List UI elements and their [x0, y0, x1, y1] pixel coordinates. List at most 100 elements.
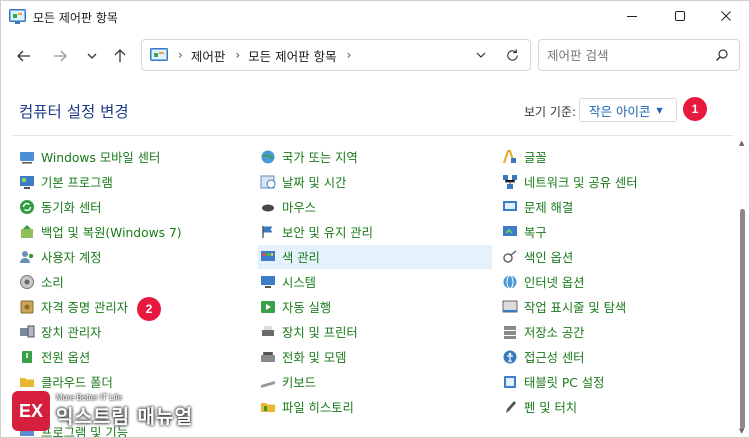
item-sync-center[interactable]: 동기화 센터 [19, 195, 101, 219]
breadcrumb-separator-icon[interactable]: › [178, 48, 183, 62]
fonts-icon [503, 150, 516, 164]
back-button[interactable] [11, 43, 37, 69]
breadcrumb-separator-icon[interactable]: › [347, 48, 352, 62]
autoplay-icon [261, 301, 275, 313]
watermark-tagline: More Better IT Life [56, 393, 123, 402]
item-region[interactable]: 국가 또는 지역 [260, 145, 358, 169]
chevron-down-icon [87, 53, 97, 59]
recovery-icon [503, 226, 517, 236]
search-box[interactable] [538, 39, 740, 71]
item-power-options[interactable]: 전원 옵션 [19, 345, 90, 369]
view-by-value: 작은 아이콘 [589, 103, 651, 119]
item-fonts[interactable]: 글꼴 [502, 145, 547, 169]
internet-icon [503, 275, 517, 289]
breadcrumb-all-items[interactable]: 모든 제어판 항목 [248, 46, 336, 65]
accessibility-icon [503, 350, 517, 364]
credential-vault-icon [20, 300, 34, 314]
close-button[interactable] [703, 1, 749, 31]
item-security-maintenance[interactable]: 보안 및 유지 관리 [260, 220, 373, 244]
item-credential-manager[interactable]: 자격 증명 관리자 [19, 295, 128, 319]
item-indexing-options[interactable]: 색인 옵션 [502, 245, 573, 269]
control-panel-window: 모든 제어판 항목 › 제어판 › 모든 제어판 항목 › 제어판 검색 컴퓨터… [0, 0, 750, 438]
scroll-up-icon[interactable]: ▲ [739, 139, 744, 147]
chevron-down-icon [476, 52, 486, 58]
item-network-sharing[interactable]: 네트워크 및 공유 센터 [502, 170, 638, 194]
keyboard-icon [261, 381, 275, 388]
item-storage-spaces[interactable]: 저장소 공간 [502, 320, 584, 344]
item-device-manager[interactable]: 장치 관리자 [19, 320, 101, 344]
item-color-management[interactable]: 색 관리 [258, 245, 492, 269]
arrow-right-icon [54, 50, 67, 62]
refresh-icon [506, 48, 518, 61]
close-icon [721, 11, 731, 21]
item-tablet-pc-settings[interactable]: 태블릿 PC 설정 [502, 370, 604, 394]
item-autoplay[interactable]: 자동 실행 [260, 295, 331, 319]
item-pen-touch[interactable]: 펜 및 터치 [502, 395, 577, 419]
address-dropdown-button[interactable] [471, 45, 491, 65]
file-history-icon [261, 403, 275, 412]
item-mouse[interactable]: 마우스 [260, 195, 316, 219]
color-management-icon [261, 251, 275, 261]
watermark-name: 익스트림 매뉴얼 [56, 406, 193, 428]
backup-icon [21, 225, 33, 238]
troubleshoot-icon [503, 201, 517, 211]
search-icon[interactable] [715, 48, 729, 62]
item-system[interactable]: 시스템 [260, 270, 316, 294]
view-by-label: 보기 기준: [524, 105, 577, 119]
window-title: 모든 제어판 항목 [33, 11, 118, 25]
default-programs-icon [20, 176, 34, 189]
control-panel-icon [150, 47, 168, 61]
forward-button[interactable] [47, 43, 73, 69]
vertical-scrollbar[interactable]: ▲ ▼ [738, 139, 748, 437]
item-default-programs[interactable]: 기본 프로그램 [19, 170, 113, 194]
control-panel-app-icon [9, 9, 26, 24]
item-sound[interactable]: 소리 [19, 270, 64, 294]
globe-clock-icon [261, 150, 275, 164]
maximize-icon [675, 11, 685, 21]
item-phone-modem[interactable]: 전화 및 모뎀 [260, 345, 346, 369]
arrow-left-icon [17, 50, 30, 62]
item-devices-printers[interactable]: 장치 및 프린터 [260, 320, 358, 344]
minimize-button[interactable] [609, 1, 655, 31]
maximize-button[interactable] [657, 1, 703, 31]
user-accounts-icon [20, 251, 34, 263]
search-input[interactable] [547, 47, 707, 63]
speaker-icon [20, 275, 34, 289]
item-file-history[interactable]: 파일 히스토리 [260, 395, 354, 419]
breadcrumb-separator-icon[interactable]: › [235, 48, 240, 62]
arrow-up-icon [114, 49, 126, 62]
watermark: EX More Better IT Life 익스트림 매뉴얼 [12, 386, 202, 436]
item-ease-of-access[interactable]: 접근성 센터 [502, 345, 584, 369]
storage-icon [504, 326, 516, 339]
item-taskbar-navigation[interactable]: 작업 표시줄 및 탐색 [502, 295, 626, 319]
watermark-logo-icon: EX [12, 391, 50, 431]
item-keyboard[interactable]: 키보드 [260, 370, 316, 394]
printer-icon [262, 326, 274, 336]
item-backup-restore[interactable]: 백업 및 복원(Windows 7) [19, 220, 182, 244]
watermark-text: More Better IT Life 익스트림 매뉴얼 [56, 393, 193, 429]
item-user-accounts[interactable]: 사용자 계정 [19, 245, 101, 269]
network-icon [503, 175, 517, 189]
page-title: 컴퓨터 설정 변경 [19, 103, 129, 121]
scroll-thumb[interactable] [740, 209, 745, 429]
caret-down-icon: ▼ [656, 105, 663, 115]
sync-icon [20, 200, 34, 214]
refresh-button[interactable] [501, 45, 523, 65]
item-internet-options[interactable]: 인터넷 옵션 [502, 270, 584, 294]
power-options-icon [22, 351, 32, 363]
view-by-dropdown[interactable]: 작은 아이콘 ▼ [579, 98, 677, 122]
recent-locations-button[interactable] [79, 43, 105, 69]
item-windows-mobility-center[interactable]: Windows 모바일 센터 [19, 145, 160, 169]
item-date-time[interactable]: 날짜 및 시간 [260, 170, 346, 194]
flag-icon [262, 226, 273, 238]
calendar-clock-icon [260, 175, 276, 189]
up-button[interactable] [107, 43, 133, 69]
minimize-icon [627, 16, 637, 17]
item-troubleshooting[interactable]: 문제 해결 [502, 195, 573, 219]
step-badge-1: 1 [683, 97, 707, 121]
breadcrumb-control-panel[interactable]: 제어판 [191, 46, 226, 65]
step-badge-2: 2 [137, 297, 161, 321]
scroll-down-icon[interactable]: ▼ [739, 427, 744, 435]
mouse-icon [262, 204, 274, 212]
item-recovery[interactable]: 복구 [502, 220, 547, 244]
